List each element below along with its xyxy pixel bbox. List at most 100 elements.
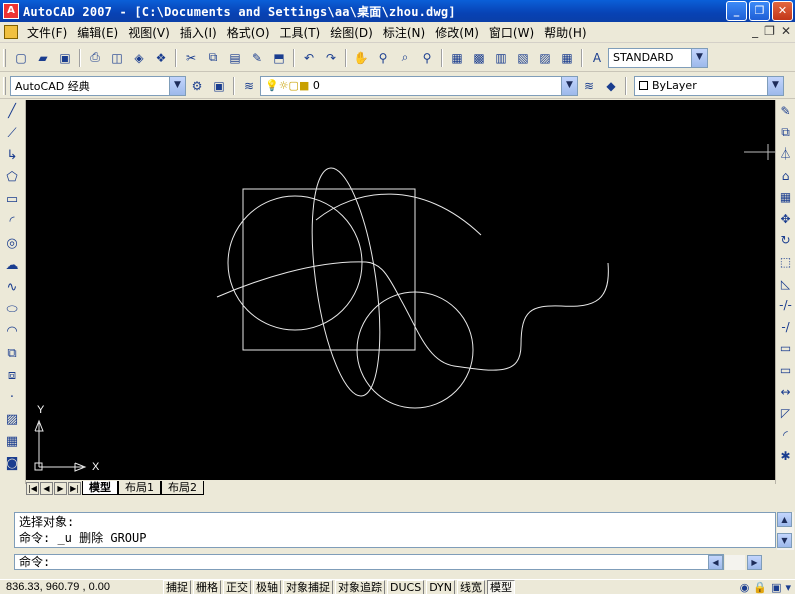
chamfer-icon[interactable]: ◸ — [776, 402, 795, 424]
arc-icon[interactable]: ◜ — [0, 210, 24, 232]
menu-view[interactable]: 视图(V) — [123, 24, 175, 41]
trim-icon[interactable]: -/- — [776, 294, 795, 316]
ellipse-arc-icon[interactable]: ◠ — [0, 320, 24, 342]
revision-cloud-icon[interactable]: ☁ — [0, 254, 24, 276]
polygon-icon[interactable]: ⬠ — [0, 166, 24, 188]
extend-icon[interactable]: -/ — [776, 316, 795, 338]
drawn-spline-right[interactable] — [400, 262, 609, 371]
text-style-select[interactable]: STANDARD ▼ — [608, 47, 708, 68]
autocad-app-icon[interactable]: A — [3, 3, 19, 19]
model-toggle[interactable]: 模型 — [487, 579, 516, 594]
save-icon[interactable]: ▣ — [56, 49, 74, 67]
calculator-icon[interactable]: ▦ — [558, 49, 576, 67]
layer-previous-icon[interactable]: ◆ — [602, 77, 620, 95]
close-button[interactable]: ✕ — [772, 1, 793, 21]
coordinate-readout[interactable]: 836.33, 960.79 , 0.00 — [0, 581, 163, 593]
scroll-down-icon[interactable]: ▼ — [777, 533, 792, 548]
ortho-toggle[interactable]: 正交 — [223, 579, 251, 594]
move-icon[interactable]: ✥ — [776, 208, 795, 230]
menu-window[interactable]: 窗口(W) — [484, 24, 539, 41]
chevron-down-icon[interactable]: ▼ — [767, 76, 783, 95]
snap-toggle[interactable]: 捕捉 — [163, 579, 191, 594]
sheet-set-icon[interactable]: ▧ — [514, 49, 532, 67]
polyline-icon[interactable]: ↳ — [0, 144, 24, 166]
toolbar-grip[interactable] — [3, 76, 6, 95]
tab-layout2[interactable]: 布局2 — [161, 481, 204, 495]
ellipse-icon[interactable]: ⬭ — [0, 298, 24, 320]
ducs-toggle[interactable]: DUCS — [387, 579, 425, 594]
chevron-down-icon[interactable]: ▼ — [561, 76, 577, 95]
drawn-spline-left[interactable] — [216, 261, 402, 301]
rectangle-icon[interactable]: ▭ — [0, 188, 24, 210]
dyn-toggle[interactable]: DYN — [426, 579, 456, 594]
menu-dimension[interactable]: 标注(N) — [378, 24, 430, 41]
doc-minimize-button[interactable]: _ — [752, 24, 758, 38]
insert-block-icon[interactable]: ⧉ — [0, 342, 24, 364]
horizontal-scrollbar[interactable] — [250, 482, 775, 494]
line-icon[interactable]: ╱ — [0, 100, 24, 122]
region-icon[interactable]: ◙ — [0, 452, 24, 474]
drawn-ellipse[interactable] — [300, 164, 391, 400]
grid-toggle[interactable]: 栅格 — [193, 579, 221, 594]
point-icon[interactable]: · — [0, 386, 24, 408]
pan-icon[interactable]: ✋ — [352, 49, 370, 67]
next-tab-icon[interactable]: ▶ — [54, 481, 67, 495]
command-scrollbar[interactable]: ▲ ▼ — [777, 512, 794, 550]
properties-icon[interactable]: ▦ — [448, 49, 466, 67]
make-block-icon[interactable]: ⧈ — [0, 364, 24, 386]
lineweight-toggle[interactable]: 线宽 — [457, 579, 486, 594]
doc-close-button[interactable]: ✕ — [781, 24, 791, 38]
preview-icon[interactable]: ◫ — [108, 49, 126, 67]
rotate-icon[interactable]: ↻ — [776, 230, 795, 252]
otrack-toggle[interactable]: 对象追踪 — [335, 579, 385, 594]
first-tab-icon[interactable]: |◀ — [26, 481, 39, 495]
open-icon[interactable]: ▰ — [34, 49, 52, 67]
menu-format[interactable]: 格式(O) — [222, 24, 275, 41]
fillet-icon[interactable]: ◜ — [776, 424, 795, 446]
minimize-button[interactable]: _ — [726, 1, 747, 21]
clean-screen-icon[interactable]: ▣ — [771, 581, 781, 594]
tab-layout1[interactable]: 布局1 — [118, 481, 161, 495]
hatch-icon[interactable]: ▨ — [0, 408, 24, 430]
menu-file[interactable]: 文件(F) — [22, 24, 72, 41]
make-current-layer-icon[interactable]: ≋ — [580, 77, 598, 95]
mirror-icon[interactable]: ⏃ — [776, 143, 795, 165]
workspace-select[interactable]: AutoCAD 经典 ▼ — [10, 75, 186, 96]
break-at-point-icon[interactable]: ▭ — [776, 338, 795, 360]
construction-line-icon[interactable]: ⟋ — [0, 122, 24, 144]
osnap-toggle[interactable]: 对象捕捉 — [283, 579, 333, 594]
command-input[interactable]: 命令: — [14, 554, 724, 570]
zoom-window-icon[interactable]: ⌕ — [396, 49, 414, 67]
zoom-previous-icon[interactable]: ⚲ — [418, 49, 436, 67]
gradient-icon[interactable]: ▦ — [0, 430, 24, 452]
text-style-icon[interactable]: A — [588, 49, 606, 67]
menu-draw[interactable]: 绘图(D) — [325, 24, 378, 41]
scroll-left-icon[interactable]: ◀ — [708, 555, 723, 570]
match-properties-icon[interactable]: ✎ — [248, 49, 266, 67]
menu-help[interactable]: 帮助(H) — [539, 24, 591, 41]
scale-icon[interactable]: ⬚ — [776, 251, 795, 273]
menu-edit[interactable]: 编辑(E) — [72, 24, 123, 41]
explode-icon[interactable]: ✱ — [776, 446, 795, 468]
offset-icon[interactable]: ⌂ — [776, 165, 795, 187]
chevron-down-icon[interactable]: ▼ — [691, 48, 707, 67]
design-center-icon[interactable]: ▩ — [470, 49, 488, 67]
undo-icon[interactable]: ↶ — [300, 49, 318, 67]
command-hscroll[interactable]: ◀ ▶ — [708, 555, 762, 570]
lock-icon[interactable]: 🔒 — [753, 581, 767, 594]
stretch-icon[interactable]: ◺ — [776, 273, 795, 295]
communication-center-icon[interactable]: ◉ — [740, 581, 750, 594]
circle-icon[interactable]: ◎ — [0, 232, 24, 254]
redo-icon[interactable]: ↷ — [322, 49, 340, 67]
polar-toggle[interactable]: 极轴 — [253, 579, 281, 594]
markup-icon[interactable]: ▨ — [536, 49, 554, 67]
erase-icon[interactable]: ✎ — [776, 100, 795, 122]
break-icon[interactable]: ▭ — [776, 359, 795, 381]
paste-icon[interactable]: ▤ — [226, 49, 244, 67]
print-icon[interactable]: ⎙ — [86, 49, 104, 67]
3d-publish-icon[interactable]: ❖ — [152, 49, 170, 67]
workspace-save-icon[interactable]: ▣ — [210, 77, 228, 95]
join-icon[interactable]: ↔ — [776, 381, 795, 403]
cut-icon[interactable]: ✂ — [182, 49, 200, 67]
block-editor-icon[interactable]: ⬒ — [270, 49, 288, 67]
